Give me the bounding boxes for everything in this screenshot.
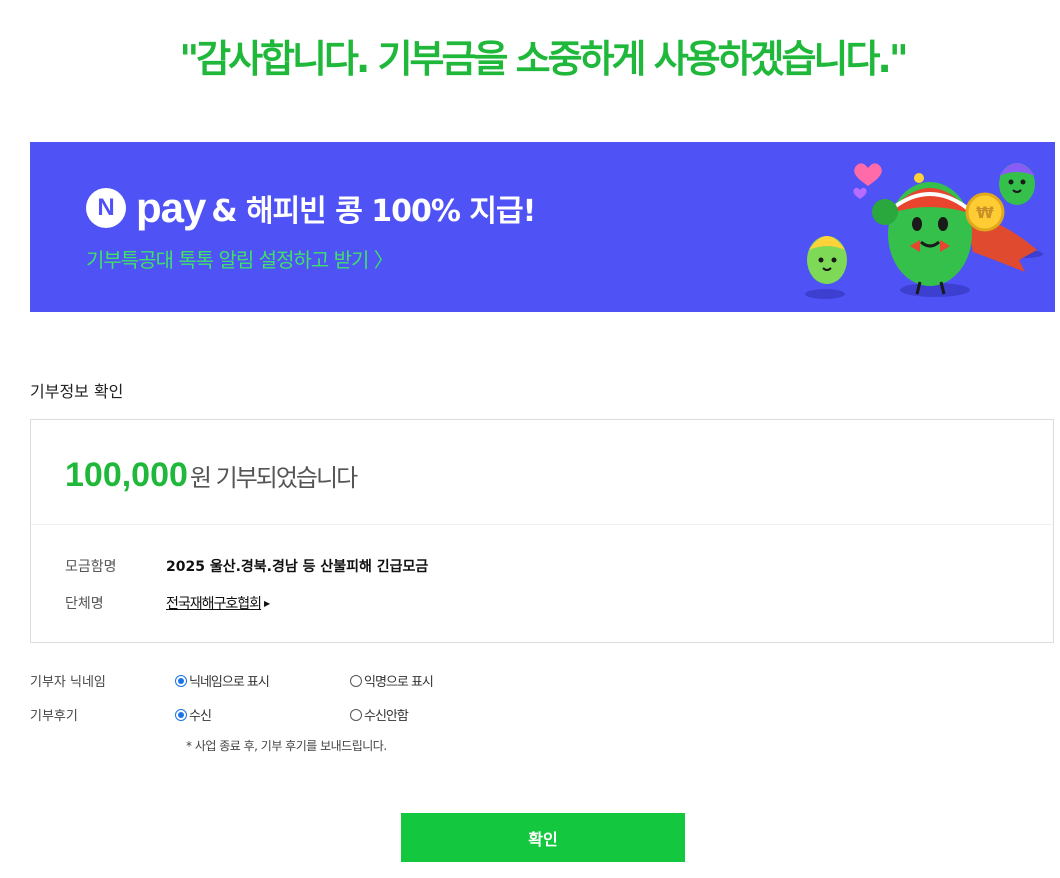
organization-row: 단체명 전국재해구호협회 ▶	[65, 593, 270, 613]
mascot-illustration: ₩	[805, 163, 1043, 299]
radio-unselected-icon[interactable]	[350, 674, 362, 687]
banner-title-text: & 해피빈 콩 100% 지급!	[211, 194, 536, 229]
organization-label: 단체명	[65, 596, 104, 612]
donation-info-title: 기부정보 확인	[30, 382, 124, 401]
donation-amount-row: 100,000 원 기부되었습니다	[65, 456, 358, 495]
review-option-row: 기부후기 수신 수신안함	[30, 705, 525, 724]
svg-text:₩: ₩	[976, 203, 994, 222]
fundraiser-name-label: 모금함명	[65, 559, 117, 575]
pay-wordmark: pay	[136, 184, 206, 231]
nickname-label: 기부자 닉네임	[30, 675, 106, 690]
radio-review-decline-label: 수신안함	[364, 709, 409, 724]
radio-anonymous[interactable]: 익명으로 표시	[350, 671, 525, 690]
radio-unselected-icon[interactable]	[350, 708, 362, 721]
radio-review-decline[interactable]: 수신안함	[350, 705, 525, 724]
radio-nickname-display[interactable]: 닉네임으로 표시	[175, 671, 350, 690]
divider	[31, 524, 1053, 525]
naverpay-promo-banner[interactable]: N pay & 해피빈 콩 100% 지급! 기부특공대 톡톡 알림 설정하고 …	[30, 142, 1055, 312]
radio-anonymous-label: 익명으로 표시	[364, 675, 434, 690]
donation-info-box: 100,000 원 기부되었습니다 모금함명 2025 울산.경북.경남 등 산…	[30, 419, 1054, 643]
donation-amount-suffix: 원 기부되었습니다	[189, 464, 358, 492]
review-note: * 사업 종료 후, 기부 후기를 보내드립니다.	[186, 739, 387, 753]
confirm-button[interactable]: 확인	[401, 813, 685, 862]
radio-selected-icon[interactable]	[175, 708, 187, 721]
arrow-right-icon: ▶	[264, 598, 271, 608]
radio-selected-icon[interactable]	[175, 674, 187, 687]
banner-subtitle-link[interactable]: 기부특공대 톡톡 알림 설정하고 받기 〉	[86, 244, 394, 273]
organization-link[interactable]: 전국재해구호협회	[166, 593, 262, 613]
thank-you-headline: "감사합니다. 기부금을 소중하게 사용하겠습니다."	[179, 37, 908, 81]
radio-review-receive[interactable]: 수신	[175, 705, 350, 724]
banner-title: N pay & 해피빈 콩 100% 지급!	[86, 184, 536, 231]
fundraiser-name-value: 2025 울산.경북.경남 등 산불피해 긴급모금	[166, 559, 429, 575]
donation-amount: 100,000	[65, 456, 188, 494]
fundraiser-name-row: 모금함명 2025 울산.경북.경남 등 산불피해 긴급모금	[65, 556, 428, 576]
radio-review-receive-label: 수신	[189, 709, 212, 724]
nickname-option-row: 기부자 닉네임 닉네임으로 표시 익명으로 표시	[30, 671, 525, 690]
naver-logo-icon: N	[86, 188, 126, 228]
review-label: 기부후기	[30, 709, 78, 724]
radio-nickname-display-label: 닉네임으로 표시	[189, 675, 270, 690]
